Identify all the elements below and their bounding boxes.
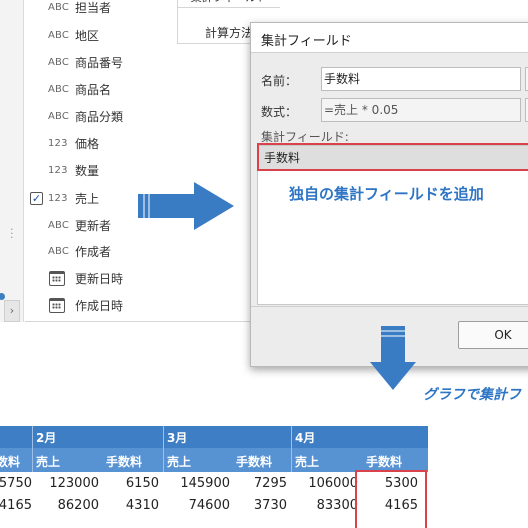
text-type-icon: ABC [48, 56, 70, 68]
field-list-item[interactable]: 123 価格 [25, 133, 155, 153]
pivot-table: 2月 3月 4月 数料 売上 手数料 売上 手数料 売上 手数料 5750 12… [0, 426, 430, 528]
field-list-item[interactable]: ABC 担当者 [25, 0, 155, 17]
calc-field-dialog: 集計フィールド 名前： 手数料 数式： =売上 * 0.05 集計フィールド: … [250, 22, 528, 367]
collapse-panel-button[interactable]: › [4, 300, 20, 322]
annotation-add-calc-field: 独自の集計フィールドを追加 [289, 185, 484, 203]
arrow-down-icon [370, 326, 416, 390]
text-type-icon: ABC [48, 245, 70, 257]
dialog-title: 集計フィールド [261, 34, 352, 49]
field-list-item[interactable]: ABC 商品名 [25, 79, 155, 99]
table-cell: 3730 [253, 498, 287, 513]
field-list-label: 作成日時 [75, 298, 124, 313]
table-cell: 83300 [316, 498, 358, 513]
field-list-label: 担当者 [75, 0, 112, 15]
text-type-icon: ABC [48, 29, 70, 41]
month-header: 4月 [295, 431, 316, 445]
arrow-right-icon [138, 182, 234, 230]
table-cell: 106000 [308, 476, 358, 491]
number-type-icon: 123 [48, 192, 68, 204]
highlight-frame [355, 470, 427, 528]
month-header: 3月 [167, 431, 188, 445]
column-header-row [0, 448, 428, 472]
field-list-panel: ABC 担当者 ABC 地区 ABC 商品番号 ABC 商品名 ABC 商品分類 123 価格 123 数… [25, 0, 280, 322]
ok-button[interactable]: OK [458, 321, 528, 349]
field-list-item[interactable]: 作成日時 [25, 295, 155, 315]
table-cell: 5750 [0, 476, 32, 491]
number-type-icon: 123 [48, 137, 68, 149]
table-cell: 4165 [0, 498, 32, 513]
table-cell: 74600 [188, 498, 230, 513]
field-list-item[interactable]: ABC 商品分類 [25, 106, 155, 126]
text-type-icon: ABC [48, 219, 70, 231]
column-header: 売上 [167, 455, 192, 469]
dialog-titlebar[interactable]: 集計フィールド [251, 23, 528, 53]
annotation-graph-calc: グラフで集計フ [423, 387, 521, 403]
column-separator [32, 426, 33, 472]
column-separator [291, 426, 292, 472]
table-cell: 145900 [180, 476, 230, 491]
column-header: 手数料 [106, 455, 143, 469]
field-list-label: 数量 [75, 163, 100, 178]
text-type-icon: ABC [48, 110, 70, 122]
month-header: 2月 [36, 431, 57, 445]
column-header: 売上 [295, 455, 320, 469]
field-list-item[interactable]: ABC 商品番号 [25, 52, 155, 72]
month-header-row [0, 426, 428, 448]
table-cell: 123000 [49, 476, 99, 491]
column-header: 数料 [0, 455, 21, 469]
field-list-label: 作成者 [75, 244, 112, 259]
table-cell: 7295 [253, 476, 287, 491]
dialog-divider [251, 306, 528, 307]
field-list-label: 地区 [75, 28, 100, 43]
calendar-icon [49, 297, 65, 313]
field-list-label: 商品分類 [75, 109, 124, 124]
field-list-item[interactable]: ABC 作成者 [25, 241, 155, 261]
field-list-label: 売上 [75, 191, 100, 206]
field-list-item[interactable]: ABC 地区 [25, 25, 155, 45]
column-header: 売上 [36, 455, 61, 469]
left-side-strip [0, 0, 24, 322]
checkbox-checked-icon[interactable]: ✓ [30, 191, 43, 205]
calc-field-button[interactable]: 集計フィールド [178, 0, 280, 8]
highlight-frame [257, 143, 528, 171]
formula-label: 数式： [261, 105, 298, 119]
field-list-label: 更新者 [75, 218, 112, 233]
field-list-label: 価格 [75, 136, 100, 151]
field-list-item[interactable]: 123 数量 [25, 160, 155, 180]
name-input[interactable]: 手数料 [321, 67, 521, 91]
field-list-item[interactable]: ✓ 123 売上 [25, 188, 155, 208]
table-cell: 6150 [125, 476, 159, 491]
field-list-label: 商品番号 [75, 55, 124, 70]
field-list-item[interactable]: 更新日時 [25, 268, 155, 288]
column-header: 手数料 [236, 455, 273, 469]
table-cell: 4310 [125, 498, 159, 513]
drag-handle-icon[interactable]: · · · [10, 224, 14, 243]
formula-input[interactable]: =売上 * 0.05 [321, 98, 521, 122]
field-list-item[interactable]: ABC 更新者 [25, 215, 155, 235]
column-separator [163, 426, 164, 472]
field-list-label: 商品名 [75, 82, 112, 97]
column-header: 手数料 [366, 455, 403, 469]
field-list-label: 更新日時 [75, 271, 124, 286]
table-cell: 86200 [57, 498, 99, 513]
text-type-icon: ABC [48, 83, 70, 95]
calendar-icon [49, 270, 65, 286]
name-label: 名前： [261, 74, 298, 88]
text-type-icon: ABC [48, 1, 70, 13]
number-type-icon: 123 [48, 164, 68, 176]
